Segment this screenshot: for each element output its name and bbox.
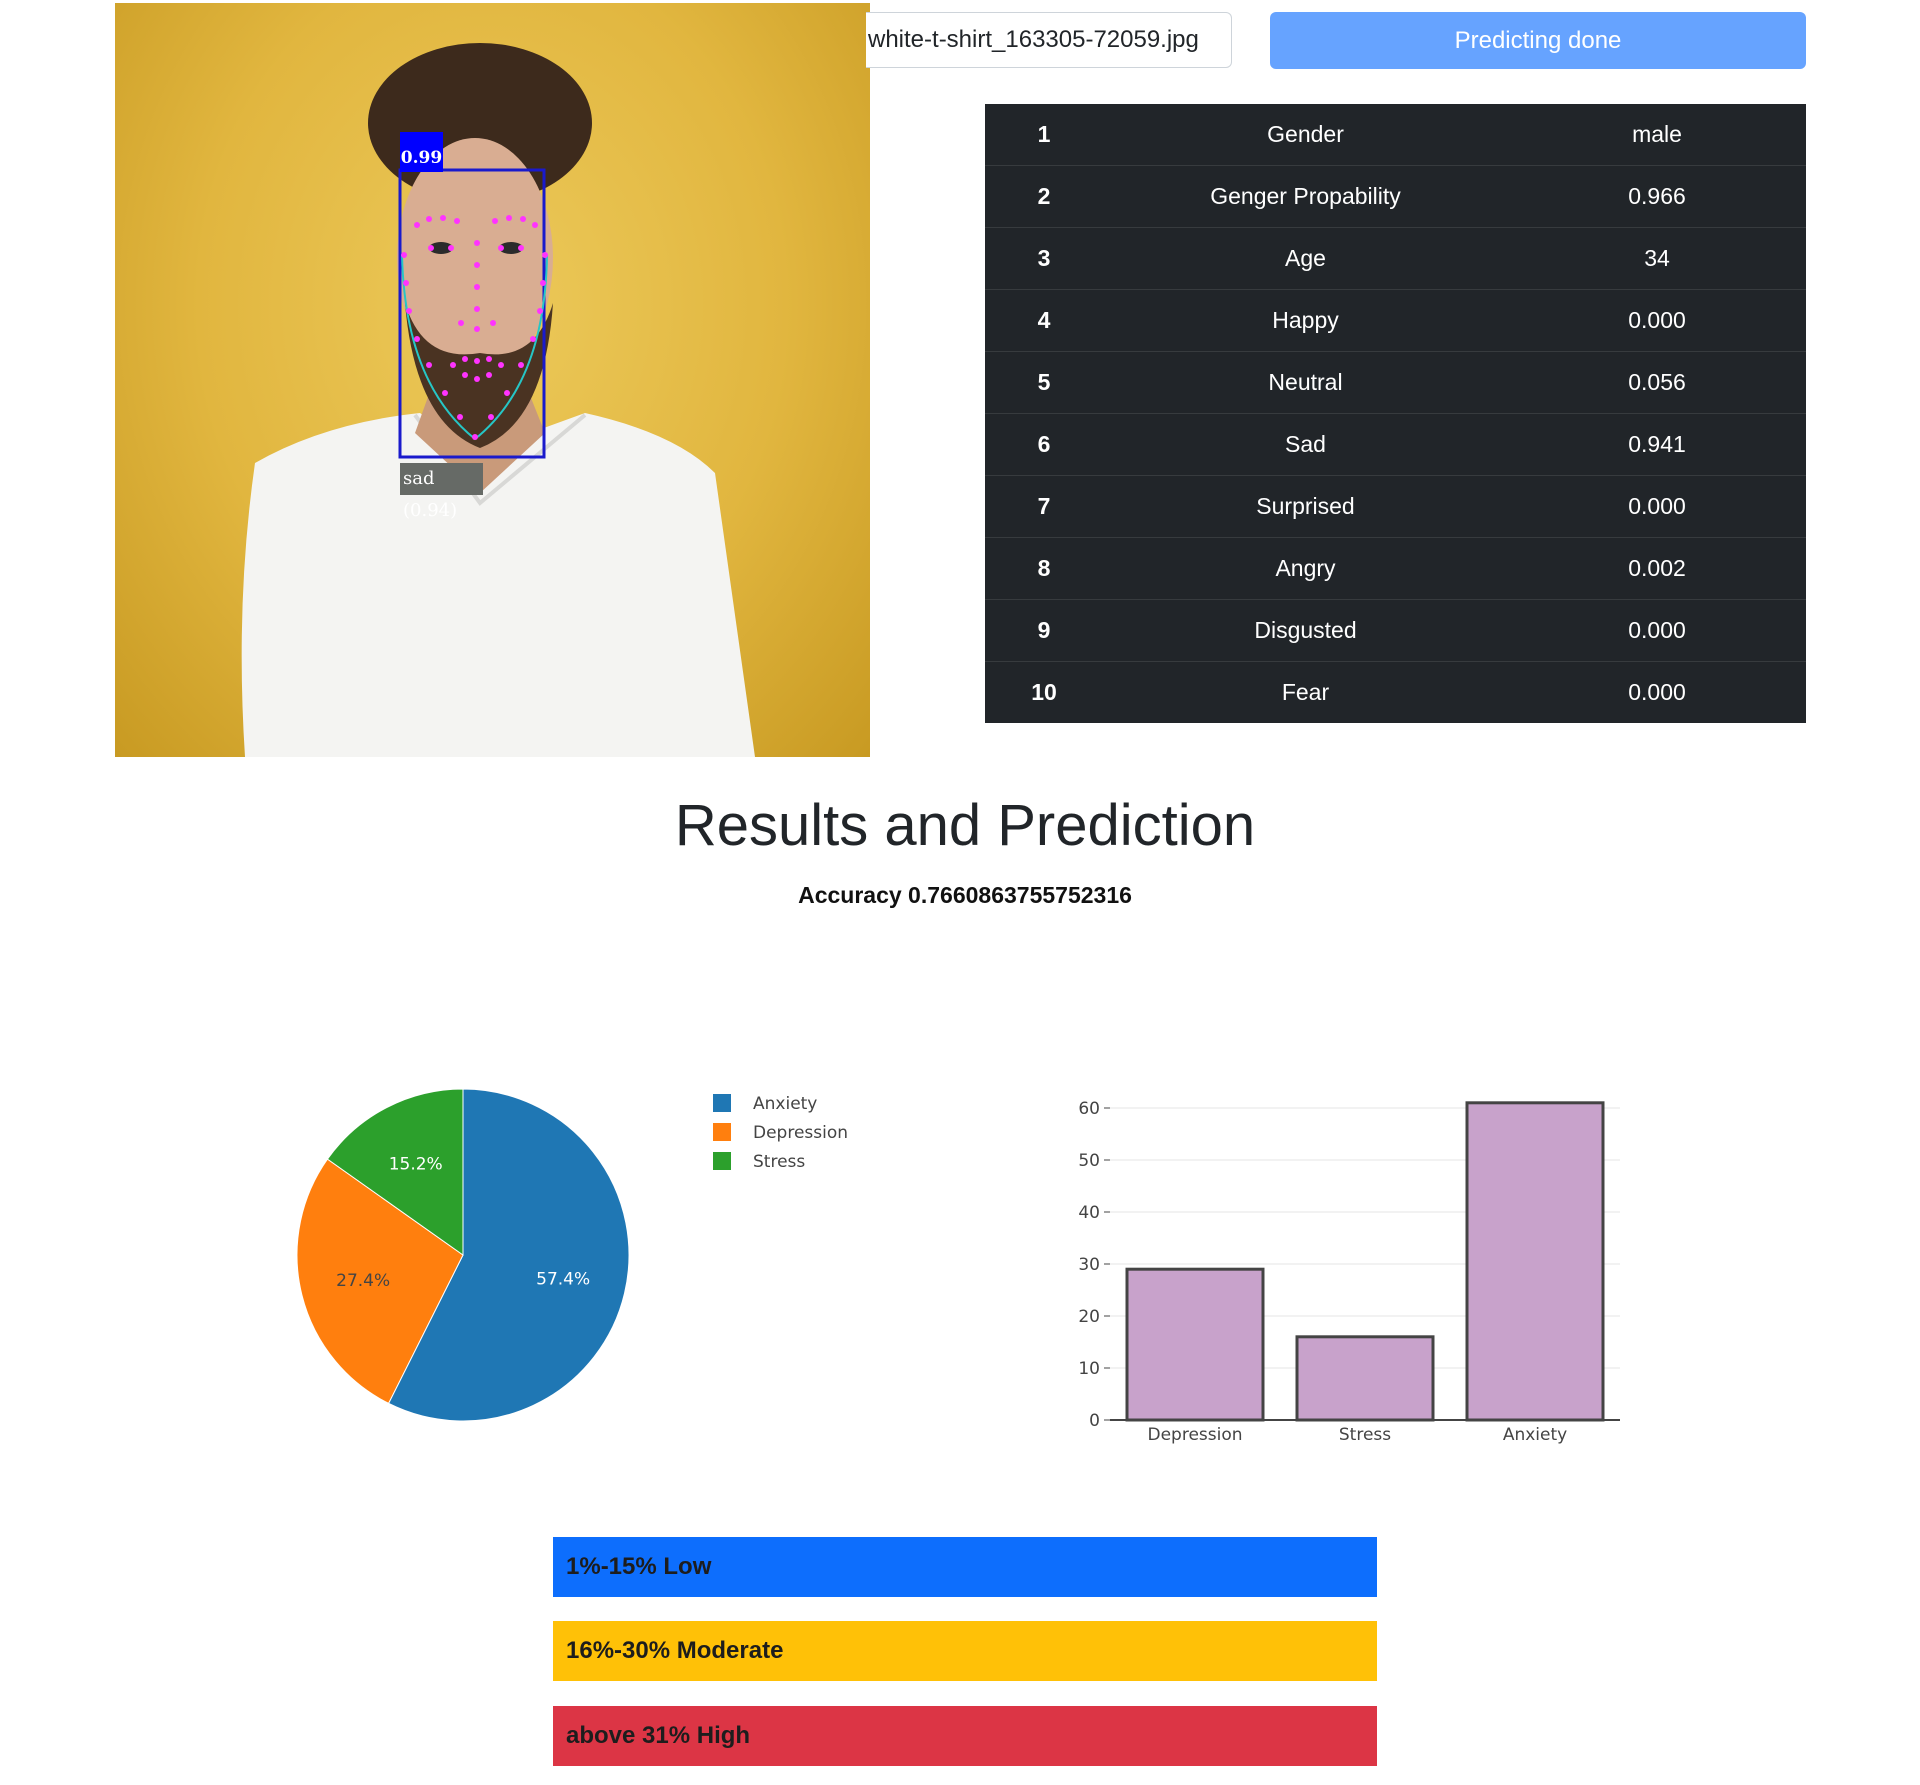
table-cell-index: 9 (985, 599, 1103, 662)
severity-bar: above 31% High (553, 1706, 1377, 1766)
emotion-label-badge: sad (0.94) (400, 463, 483, 521)
table-cell-value: 0.000 (1508, 599, 1806, 662)
table-cell-name: Surprised (1103, 475, 1508, 538)
table-cell-index: 3 (985, 227, 1103, 290)
detection-image: 0.99 sad (0.94) (115, 3, 870, 757)
x-tick-label: Anxiety (1503, 1425, 1567, 1445)
table-cell-index: 7 (985, 475, 1103, 538)
pie-slice-label: 27.4% (336, 1271, 390, 1291)
page-title: Results and Prediction (674, 793, 1256, 858)
bar-depression (1125, 1267, 1265, 1422)
table-cell-name: Angry (1103, 537, 1508, 600)
legend-swatch (713, 1094, 731, 1112)
person-photo (241, 43, 756, 757)
table-cell-index: 5 (985, 351, 1103, 414)
legend-item-anxiety[interactable]: Anxiety (753, 1094, 817, 1114)
y-tick-label: 40 (1078, 1203, 1100, 1223)
table-cell-index: 1 (985, 104, 1103, 166)
legend-item-stress[interactable]: Stress (753, 1152, 805, 1172)
table-cell-index: 6 (985, 413, 1103, 476)
y-tick-label: 20 (1078, 1307, 1100, 1327)
x-tick-label: Depression (1147, 1425, 1242, 1445)
predict-button[interactable]: Predicting done (1270, 12, 1806, 69)
table-cell-name: Age (1103, 227, 1508, 290)
results-table: 1 Gender male 2 Genger Propability 0.966 3 Age 3… (985, 104, 1806, 723)
bar-anxiety (1465, 1101, 1605, 1422)
y-tick-label: 50 (1078, 1151, 1100, 1171)
table-cell-name: Neutral (1103, 351, 1508, 414)
table-row: 1 Gender male (985, 104, 1806, 166)
bar-stress (1295, 1335, 1435, 1422)
table-row: 5 Neutral 0.056 (985, 351, 1806, 414)
table-cell-value: 0.056 (1508, 351, 1806, 414)
y-tick-label: 30 (1078, 1255, 1100, 1275)
table-row: 6 Sad 0.941 (985, 413, 1806, 476)
table-row: 7 Surprised 0.000 (985, 475, 1806, 538)
table-cell-name: Gender (1103, 104, 1508, 166)
table-cell-name: Sad (1103, 413, 1508, 476)
pie-slice-label: 15.2% (389, 1155, 443, 1175)
y-tick-label: 10 (1078, 1359, 1100, 1379)
file-input[interactable]: white-t-shirt_163305-72059.jpg (866, 12, 1232, 68)
y-tick-label: 0 (1089, 1411, 1100, 1431)
legend-swatch (713, 1123, 731, 1141)
accuracy-text: Accuracy 0.7660863755752316 (798, 882, 1132, 908)
pie-slice-label: 57.4% (536, 1270, 590, 1290)
table-row: 2 Genger Propability 0.966 (985, 165, 1806, 228)
table-cell-value: 0.002 (1508, 537, 1806, 600)
table-row: 3 Age 34 (985, 227, 1806, 290)
table-cell-name: Happy (1103, 289, 1508, 352)
table-cell-name: Disgusted (1103, 599, 1508, 662)
table-row: 4 Happy 0.000 (985, 289, 1806, 352)
legend-item-depression[interactable]: Depression (753, 1123, 848, 1143)
table-row: 8 Angry 0.002 (985, 537, 1806, 600)
table-cell-index: 4 (985, 289, 1103, 352)
legend-swatch (713, 1152, 731, 1170)
pie-chart: 57.4% 27.4% 15.2% Anxiety Depression Stress (296, 1088, 848, 1422)
table-cell-value: 0.966 (1508, 165, 1806, 228)
table-cell-name: Genger Propability (1103, 165, 1508, 228)
table-cell-name: Fear (1281, 679, 1330, 705)
table-cell-value: 0.000 (1508, 475, 1806, 538)
table-row: 9 Disgusted 0.000 (985, 599, 1806, 662)
bar-chart: 0 10 20 30 40 50 60 Depression Stress Anxiety (1078, 1099, 1620, 1445)
table-cell-value: male (1508, 104, 1806, 166)
table-row: 10 Fear 0.000 (985, 662, 1806, 724)
table-cell-value: 0.000 (1508, 289, 1806, 352)
table-cell-index: 2 (985, 165, 1103, 228)
table-cell-value: 0.941 (1508, 413, 1806, 476)
y-tick-label: 60 (1078, 1099, 1100, 1119)
table-cell-value: 0.000 (1628, 679, 1686, 705)
detection-score-badge: 0.99 (400, 132, 443, 172)
table-cell-index: 8 (985, 537, 1103, 600)
table-cell-index: 10 (1031, 679, 1057, 705)
x-tick-label: Stress (1339, 1425, 1391, 1445)
table-cell-value: 34 (1508, 227, 1806, 290)
severity-bar: 16%-30% Moderate (553, 1621, 1377, 1681)
severity-bar: 1%-15% Low (553, 1537, 1377, 1597)
